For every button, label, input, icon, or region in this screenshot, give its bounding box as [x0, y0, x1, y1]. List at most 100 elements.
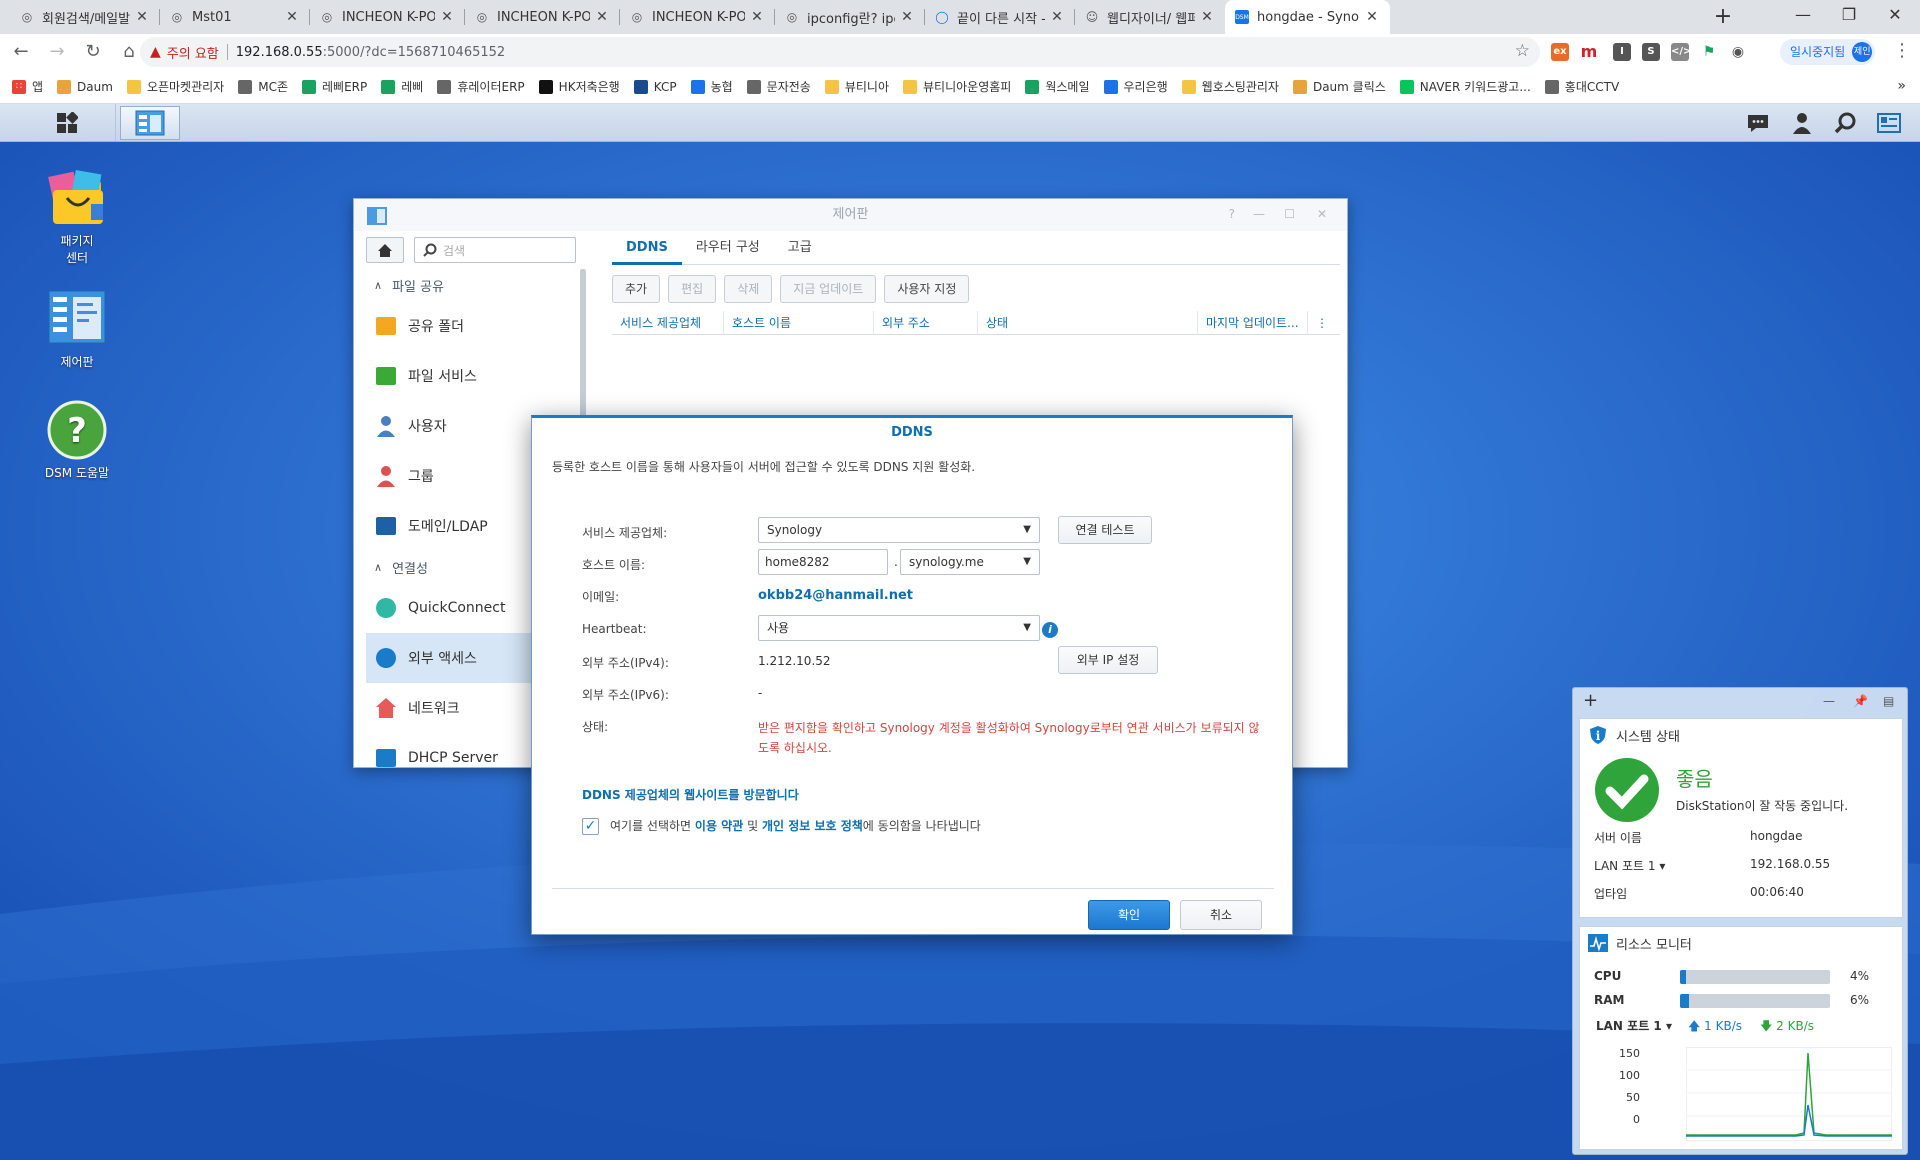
browser-tab[interactable]: ◯ 끝이 다른 시작 - 잡코✕	[925, 0, 1075, 34]
cancel-button[interactable]: 취소	[1180, 900, 1262, 930]
bookmark-item[interactable]: 홍대CCTV	[1544, 78, 1619, 95]
set-external-ip-button[interactable]: 외부 IP 설정	[1058, 646, 1158, 674]
net-port-selector[interactable]: LAN 포트 1 ▾	[1596, 1017, 1672, 1034]
extension-i-icon[interactable]: I	[1613, 43, 1631, 61]
bookmark-item[interactable]: MC존	[238, 78, 288, 95]
close-window-button[interactable]: ✕	[1872, 0, 1918, 30]
bookmark-item[interactable]: Daum 클릭스	[1292, 78, 1386, 95]
back-button[interactable]: ←	[6, 37, 36, 67]
add-widget-icon[interactable]: +	[1583, 690, 1598, 711]
close-tab-icon[interactable]: ✕	[749, 9, 765, 25]
close-tab-icon[interactable]: ✕	[439, 9, 455, 25]
widgets-toggle-icon[interactable]: ▤	[1883, 694, 1894, 708]
browser-tab[interactable]: ◎ INCHEON K-POP CON✕	[465, 0, 620, 34]
test-connection-button[interactable]: 연결 테스트	[1058, 516, 1152, 544]
browser-tab[interactable]: DSM hongdae - Synology D✕	[1225, 0, 1390, 34]
toolbar-button[interactable]: 지금 업데이트	[780, 275, 877, 303]
grid-column-header[interactable]: 외부 주소	[874, 311, 978, 335]
close-icon[interactable]: ✕	[1317, 207, 1327, 221]
browser-menu-icon[interactable]: ⋮	[1893, 40, 1911, 61]
grid-column-header[interactable]: 호스트 이름	[724, 311, 874, 335]
browser-tab[interactable]: ◎ ipconfig란? ipconfig 명✕	[775, 0, 925, 34]
profile-sync-button[interactable]: 일시중지됨 제인	[1780, 39, 1876, 65]
sidebar-item[interactable]: 공유 폴더	[366, 301, 578, 351]
agree-checkbox[interactable]: ✓	[582, 818, 599, 835]
desktop-icon-control-panel[interactable]: 제어판	[27, 289, 127, 370]
minimize-icon[interactable]: —	[1823, 694, 1835, 708]
new-tab-button[interactable]: +	[1710, 4, 1736, 30]
bookmark-item[interactable]: 웹호스팅관리자	[1181, 78, 1279, 95]
tab-1[interactable]: 라우터 구성	[682, 231, 774, 265]
extension-eye-icon[interactable]: ◉	[1729, 43, 1747, 61]
column-menu-icon[interactable]: ⋮	[1308, 311, 1332, 335]
bookmark-item[interactable]: HK저축은행	[538, 78, 620, 95]
terms-link[interactable]: 이용 약관	[695, 819, 743, 833]
minimize-icon[interactable]: —	[1253, 207, 1265, 221]
extension-ex-icon[interactable]: ex	[1551, 43, 1569, 61]
heartbeat-select[interactable]: 사용 ▼	[758, 615, 1040, 641]
browser-tab[interactable]: ◎ INCHEON K-POP CON✕	[620, 0, 775, 34]
toolbar-button[interactable]: 추가	[612, 275, 661, 303]
bookmark-item[interactable]: 레삐ERP	[302, 78, 367, 95]
bookmark-item[interactable]: 농협	[690, 78, 733, 95]
restore-window-button[interactable]: ❐	[1826, 0, 1872, 30]
extension-code-icon[interactable]: </>	[1671, 43, 1691, 61]
address-bar[interactable]: ▲ 주의 요함 192.168.0.55 :5000/?dc=156871046…	[140, 37, 1540, 67]
search-input[interactable]: 검색	[414, 237, 576, 263]
ok-button[interactable]: 확인	[1088, 900, 1170, 930]
user-options-icon[interactable]	[1788, 110, 1816, 136]
forward-button[interactable]: →	[42, 37, 72, 67]
bookmark-item[interactable]: 우리은행	[1103, 78, 1168, 95]
bookmark-item[interactable]: 문자전송	[746, 78, 811, 95]
close-tab-icon[interactable]: ✕	[1049, 9, 1065, 25]
bookmark-item[interactable]: NAVER 키워드광고...	[1399, 78, 1531, 95]
sidebar-item[interactable]: 파일 서비스	[366, 351, 578, 401]
home-button[interactable]	[366, 237, 404, 263]
notification-chat-icon[interactable]	[1744, 110, 1772, 136]
maximize-icon[interactable]: ☐	[1284, 207, 1295, 221]
control-panel-taskbar-button[interactable]	[120, 106, 180, 140]
bookmark-item[interactable]: ∷ 앱	[12, 78, 43, 95]
close-tab-icon[interactable]: ✕	[594, 9, 610, 25]
grid-column-header[interactable]: 서비스 제공업체	[612, 311, 724, 335]
desktop-icon-package-center[interactable]: 패키지 센터	[27, 168, 127, 266]
reload-button[interactable]: ↻	[78, 37, 108, 67]
browser-tab[interactable]: ◎ 회원검색/메일발송✕	[10, 0, 160, 34]
bookmark-item[interactable]: 뷰티니아운영홈피	[903, 78, 1011, 95]
tab-0[interactable]: DDNS	[612, 231, 682, 265]
tab-2[interactable]: 고급	[774, 231, 826, 265]
privacy-policy-link[interactable]: 개인 정보 보호 정책	[762, 819, 863, 833]
provider-select[interactable]: Synology ▼	[758, 517, 1040, 543]
bookmark-item[interactable]: Daum	[57, 79, 113, 94]
extension-flag-icon[interactable]: ⚑	[1700, 43, 1718, 61]
close-tab-icon[interactable]: ✕	[134, 9, 150, 25]
browser-tab[interactable]: ◎ Mst01 ✕	[160, 0, 310, 34]
lan-port-label[interactable]: LAN 포트 1 ▾	[1594, 857, 1665, 874]
browser-tab[interactable]: ◎ INCHEON K-POP CON✕	[310, 0, 465, 34]
close-tab-icon[interactable]: ✕	[1364, 9, 1380, 25]
main-menu-button[interactable]	[18, 104, 116, 141]
bookmark-item[interactable]: 레삐	[381, 78, 423, 95]
toolbar-button[interactable]: 편집	[668, 275, 717, 303]
bookmark-star-icon[interactable]: ☆	[1515, 41, 1530, 61]
bookmarks-overflow-icon[interactable]: »	[1897, 78, 1906, 94]
search-icon[interactable]	[1831, 110, 1859, 136]
widgets-toggle-icon[interactable]	[1875, 110, 1903, 136]
grid-column-header[interactable]: 상태	[978, 311, 1198, 335]
help-icon[interactable]: ?	[1229, 207, 1235, 221]
close-tab-icon[interactable]: ✕	[284, 9, 300, 25]
bookmark-item[interactable]: 오픈마켓관리자	[126, 78, 224, 95]
toolbar-button[interactable]: 삭제	[724, 275, 773, 303]
bookmark-item[interactable]: 뷰티니아	[824, 78, 889, 95]
close-tab-icon[interactable]: ✕	[899, 9, 915, 25]
desktop-icon-dsm-help[interactable]: ? DSM 도움말	[27, 400, 127, 481]
close-tab-icon[interactable]: ✕	[1199, 9, 1215, 25]
browser-tab[interactable]: ☺ 웹디자이너/ 웹퍼블리✕	[1075, 0, 1225, 34]
bookmark-item[interactable]: 웍스메일	[1025, 78, 1090, 95]
minimize-window-button[interactable]: —	[1780, 0, 1826, 30]
sidebar-group-header[interactable]: ∧ 파일 공유	[366, 269, 578, 301]
domain-select[interactable]: synology.me ▼	[900, 549, 1040, 575]
grid-column-header[interactable]: 마지막 업데이트...	[1198, 311, 1308, 335]
info-icon[interactable]: i	[1042, 622, 1058, 638]
bookmark-item[interactable]: KCP	[633, 79, 677, 94]
